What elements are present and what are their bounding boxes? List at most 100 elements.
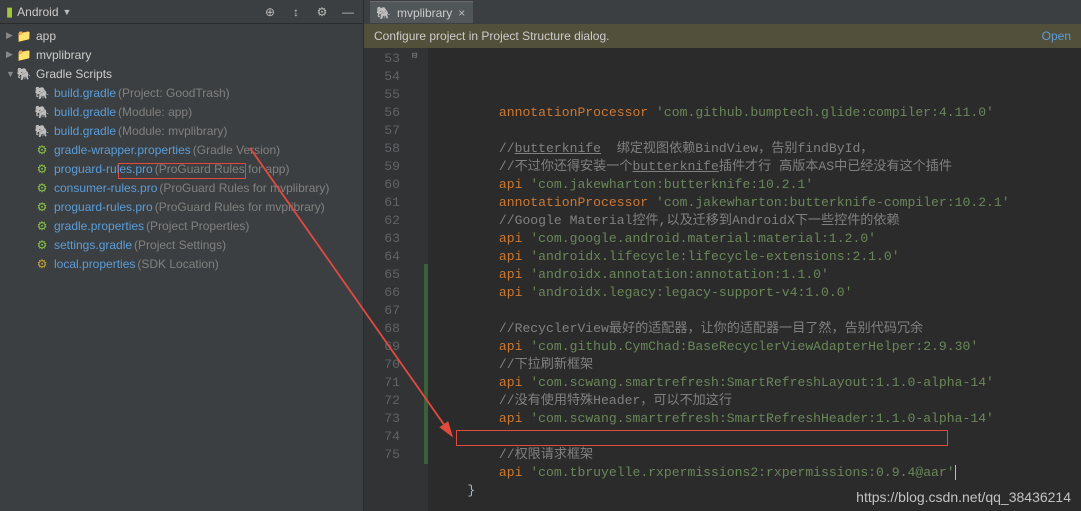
- config-banner: Configure project in Project Structure d…: [364, 24, 1081, 48]
- project-sidebar: ▮ Android ▼ ⊕ ↕ ⚙ — ▶📁app▶📁mvplibrary▼🐘G…: [0, 0, 364, 511]
- code-line[interactable]: annotationProcessor 'com.jakewharton:but…: [436, 194, 1081, 212]
- code-line[interactable]: //RecyclerView最好的适配器，让你的适配器一目了然，告别代码冗余: [436, 320, 1081, 338]
- tree-item[interactable]: ⚙local.properties (SDK Location): [0, 254, 363, 273]
- tree-item-label: build.gradle: [54, 124, 116, 138]
- code-editor[interactable]: 5354555657585960616263646566676869707172…: [364, 48, 1081, 511]
- tree-item[interactable]: ⚙proguard-rules.pro (ProGuard Rules for …: [0, 159, 363, 178]
- line-number: 61: [364, 194, 400, 212]
- gear-icon: ⚙: [34, 257, 50, 271]
- tree-item[interactable]: 🐘build.gradle (Module: app): [0, 102, 363, 121]
- tree-item-suffix: (Project Properties): [146, 219, 249, 233]
- line-number: 53: [364, 50, 400, 68]
- line-number: 55: [364, 86, 400, 104]
- watermark: https://blog.csdn.net/qq_38436214: [856, 489, 1071, 505]
- gear-icon: ⚙: [34, 238, 50, 252]
- code-line[interactable]: //不过你还得安装一个butterknife插件才行 高版本AS中已经没有这个插…: [436, 158, 1081, 176]
- close-icon[interactable]: ×: [458, 6, 465, 20]
- line-number: 65: [364, 266, 400, 284]
- folder-icon: 📁: [16, 48, 32, 62]
- sidebar-toolbar: ▮ Android ▼ ⊕ ↕ ⚙ —: [0, 0, 363, 24]
- tree-item[interactable]: ⚙consumer-rules.pro (ProGuard Rules for …: [0, 178, 363, 197]
- code-line[interactable]: //Google Material控件,以及迁移到AndroidX下一些控件的依…: [436, 212, 1081, 230]
- elephant-icon: 🐘: [34, 124, 50, 138]
- code-line[interactable]: api 'androidx.lifecycle:lifecycle-extens…: [436, 248, 1081, 266]
- collapse-icon[interactable]: —: [339, 3, 357, 21]
- project-tree[interactable]: ▶📁app▶📁mvplibrary▼🐘Gradle Scripts🐘build.…: [0, 24, 363, 511]
- tree-item[interactable]: 🐘 build.gradle (Module: mvplibrary): [0, 121, 363, 140]
- tree-item-label: proguard-rules.pro: [54, 200, 153, 214]
- line-number: 62: [364, 212, 400, 230]
- tree-item[interactable]: ▶📁mvplibrary: [0, 45, 363, 64]
- change-bar: [424, 48, 428, 511]
- tree-item-suffix: (Gradle Version): [193, 143, 280, 157]
- code-line[interactable]: annotationProcessor 'com.github.bumptech…: [436, 104, 1081, 122]
- code-line[interactable]: //权限请求框架: [436, 446, 1081, 464]
- sidebar-view-label[interactable]: Android: [17, 5, 58, 19]
- line-number: 73: [364, 410, 400, 428]
- code-line[interactable]: api 'androidx.annotation:annotation:1.1.…: [436, 266, 1081, 284]
- tree-item-label: app: [36, 29, 56, 43]
- line-number: 58: [364, 140, 400, 158]
- fold-down-icon[interactable]: ⊟: [412, 51, 417, 61]
- tree-item[interactable]: 🐘build.gradle (Project: GoodTrash): [0, 83, 363, 102]
- tab-mvplibrary[interactable]: 🐘 mvplibrary ×: [370, 1, 473, 23]
- code-line[interactable]: api 'com.scwang.smartrefresh:SmartRefres…: [436, 410, 1081, 428]
- tree-item-label: build.gradle: [54, 86, 116, 100]
- tree-item-suffix: (Module: app): [118, 105, 192, 119]
- line-number: 68: [364, 320, 400, 338]
- gear-icon: ⚙: [34, 181, 50, 195]
- line-number: 70: [364, 356, 400, 374]
- elephant-icon: 🐘: [16, 67, 32, 81]
- tab-label: mvplibrary: [397, 6, 452, 20]
- tree-item[interactable]: ▼🐘 Gradle Scripts: [0, 64, 363, 83]
- tree-item-suffix: (ProGuard Rules for mvplibrary): [159, 181, 329, 195]
- line-number: 75: [364, 446, 400, 464]
- expand-icon[interactable]: ▼: [6, 69, 16, 79]
- android-icon: ▮: [6, 4, 13, 20]
- line-number: 54: [364, 68, 400, 86]
- tree-item[interactable]: ⚙proguard-rules.pro (ProGuard Rules for …: [0, 197, 363, 216]
- code-line[interactable]: //没有使用特殊Header，可以不加这行: [436, 392, 1081, 410]
- code-line[interactable]: api 'com.jakewharton:butterknife:10.2.1': [436, 176, 1081, 194]
- tree-item[interactable]: ⚙ gradle-wrapper.properties (Gradle Versi…: [0, 140, 363, 159]
- code-line[interactable]: api 'androidx.legacy:legacy-support-v4:1…: [436, 284, 1081, 302]
- expand-icon[interactable]: ▶: [6, 49, 16, 60]
- chevron-down-icon[interactable]: ▼: [63, 7, 72, 17]
- tree-item-suffix: (Module: mvplibrary): [118, 124, 227, 138]
- gear-icon: ⚙: [34, 143, 50, 157]
- line-number: 64: [364, 248, 400, 266]
- line-number: 69: [364, 338, 400, 356]
- code-line[interactable]: [436, 122, 1081, 140]
- editor-tabbar: 🐘 mvplibrary ×: [364, 0, 1081, 24]
- gear-icon[interactable]: ⚙: [313, 3, 331, 21]
- tree-item[interactable]: ▶📁app: [0, 26, 363, 45]
- tree-item-suffix: (Project: GoodTrash): [118, 86, 230, 100]
- line-number: 59: [364, 158, 400, 176]
- code-line[interactable]: api 'com.scwang.smartrefresh:SmartRefres…: [436, 374, 1081, 392]
- tree-item[interactable]: ⚙gradle.properties (Project Properties): [0, 216, 363, 235]
- change-marker: [424, 264, 428, 464]
- code-line[interactable]: api 'com.github.CymChad:BaseRecyclerView…: [436, 338, 1081, 356]
- tree-item-label: Gradle Scripts: [36, 67, 112, 81]
- tree-item-label: gradle-wrapper.properties: [54, 143, 191, 157]
- sort-icon[interactable]: ↕: [287, 3, 305, 21]
- target-icon[interactable]: ⊕: [261, 3, 279, 21]
- line-number: 67: [364, 302, 400, 320]
- line-number: 60: [364, 176, 400, 194]
- code-line[interactable]: //下拉刷新框架: [436, 356, 1081, 374]
- line-number: 74: [364, 428, 400, 446]
- editor-panel: 🐘 mvplibrary × Configure project in Proj…: [364, 0, 1081, 511]
- expand-icon[interactable]: ▶: [6, 30, 16, 41]
- elephant-icon: 🐘: [34, 105, 50, 119]
- code-line[interactable]: [436, 428, 1081, 446]
- code-body[interactable]: annotationProcessor 'com.github.bumptech…: [428, 48, 1081, 511]
- elephant-icon: 🐘: [376, 6, 391, 20]
- code-line[interactable]: api 'com.tbruyelle.rxpermissions2:rxperm…: [436, 464, 1081, 482]
- tree-item-suffix: (ProGuard Rules for app): [155, 162, 290, 176]
- code-line[interactable]: //butterknife 绑定视图依赖BindView，告别findById，: [436, 140, 1081, 158]
- code-line[interactable]: api 'com.google.android.material:materia…: [436, 230, 1081, 248]
- code-line[interactable]: [436, 302, 1081, 320]
- tree-item[interactable]: ⚙settings.gradle (Project Settings): [0, 235, 363, 254]
- fold-gutter[interactable]: ⊟: [410, 48, 424, 511]
- banner-open-link[interactable]: Open: [1042, 29, 1071, 43]
